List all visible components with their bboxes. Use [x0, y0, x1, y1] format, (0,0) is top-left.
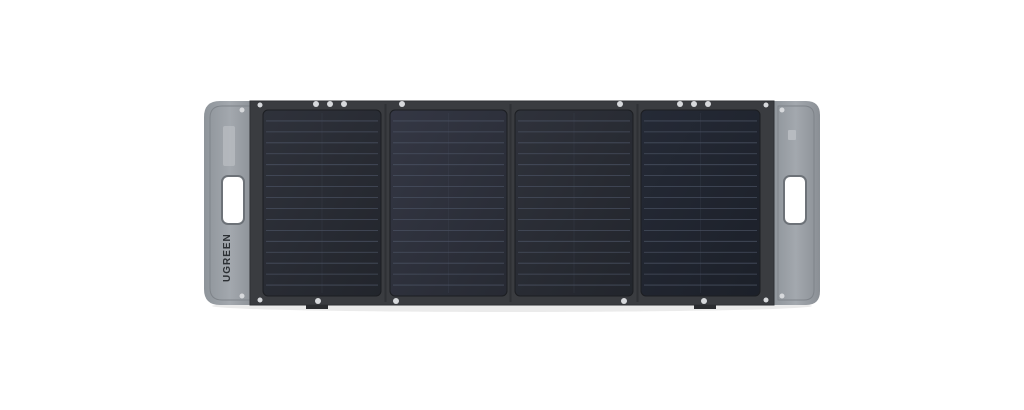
solar-panel-image: UGREEN — [204, 100, 820, 312]
usb-port — [788, 130, 796, 140]
spec-label — [223, 126, 235, 166]
left-end-cap: UGREEN — [204, 101, 256, 305]
brand-logo: UGREEN — [222, 233, 233, 282]
product-stage: UGREEN — [0, 0, 1024, 410]
left-handle-cutout — [221, 175, 245, 225]
right-end-cap — [772, 101, 820, 305]
bottom-tab-right — [694, 305, 716, 309]
bottom-tab-left — [306, 305, 328, 309]
right-handle-cutout — [783, 175, 807, 225]
